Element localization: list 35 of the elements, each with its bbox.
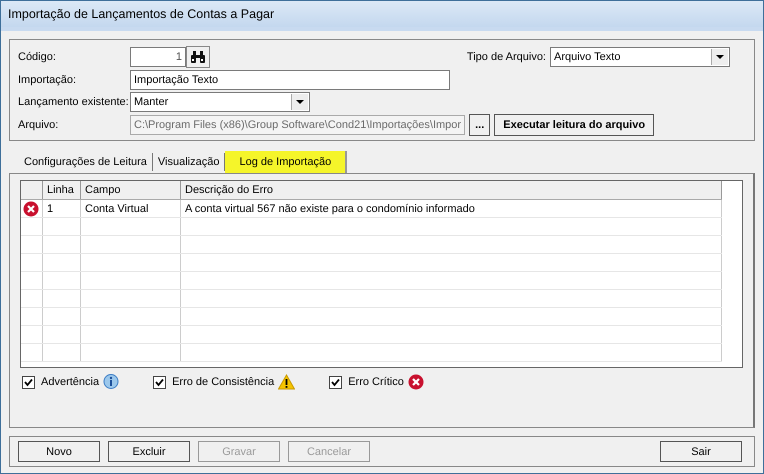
tab[interactable]: Configurações de Leitura (19, 153, 153, 171)
checkbox-label: Erro Crítico (348, 376, 404, 388)
checkbox-label: Erro de Consistência (172, 376, 274, 388)
field-label: Importação: (18, 74, 78, 86)
field-label: Tipo de Arquivo: (466, 51, 546, 63)
checkbox[interactable] (329, 376, 342, 388)
action-button[interactable]: Novo (18, 441, 100, 462)
column-header[interactable]: Descrição do Erro (181, 181, 722, 199)
error-icon (408, 374, 424, 390)
table-cell: 1 (43, 200, 81, 217)
table-cell: Conta Virtual (81, 200, 181, 217)
exit-button[interactable]: Sair (660, 441, 742, 462)
import-name-field[interactable]: Importação Texto (130, 70, 450, 90)
column-header[interactable]: Linha (43, 181, 81, 199)
column-header[interactable]: Campo (81, 181, 181, 199)
table-cell: A conta virtual 567 não existe para o condomínio informado (181, 200, 722, 217)
tab[interactable]: Log de Importação (225, 151, 348, 173)
code-field[interactable]: 1 (130, 47, 186, 67)
field-label: Lançamento existente: (18, 96, 126, 108)
checkbox[interactable] (22, 376, 35, 388)
warning-icon (278, 374, 296, 390)
info-icon (103, 374, 120, 390)
read-file-button[interactable]: Executar leitura do arquivo (494, 114, 654, 136)
field-label: Arquivo: (18, 119, 60, 131)
error-icon (23, 200, 39, 216)
existing-entry-dropdown[interactable]: Manter (130, 92, 310, 112)
file-type-dropdown[interactable]: Arquivo Texto (550, 47, 730, 67)
action-button[interactable]: Excluir (108, 441, 190, 462)
window-title: Importação de Lançamentos de Contas a Pagar (8, 7, 274, 21)
browse-button[interactable]: ... (469, 114, 490, 136)
binoculars-icon (190, 51, 206, 63)
checkbox-label: Advertência (41, 376, 100, 388)
checkbox[interactable] (153, 376, 166, 388)
search-button[interactable] (186, 46, 210, 68)
field-label: Código: (18, 51, 57, 63)
